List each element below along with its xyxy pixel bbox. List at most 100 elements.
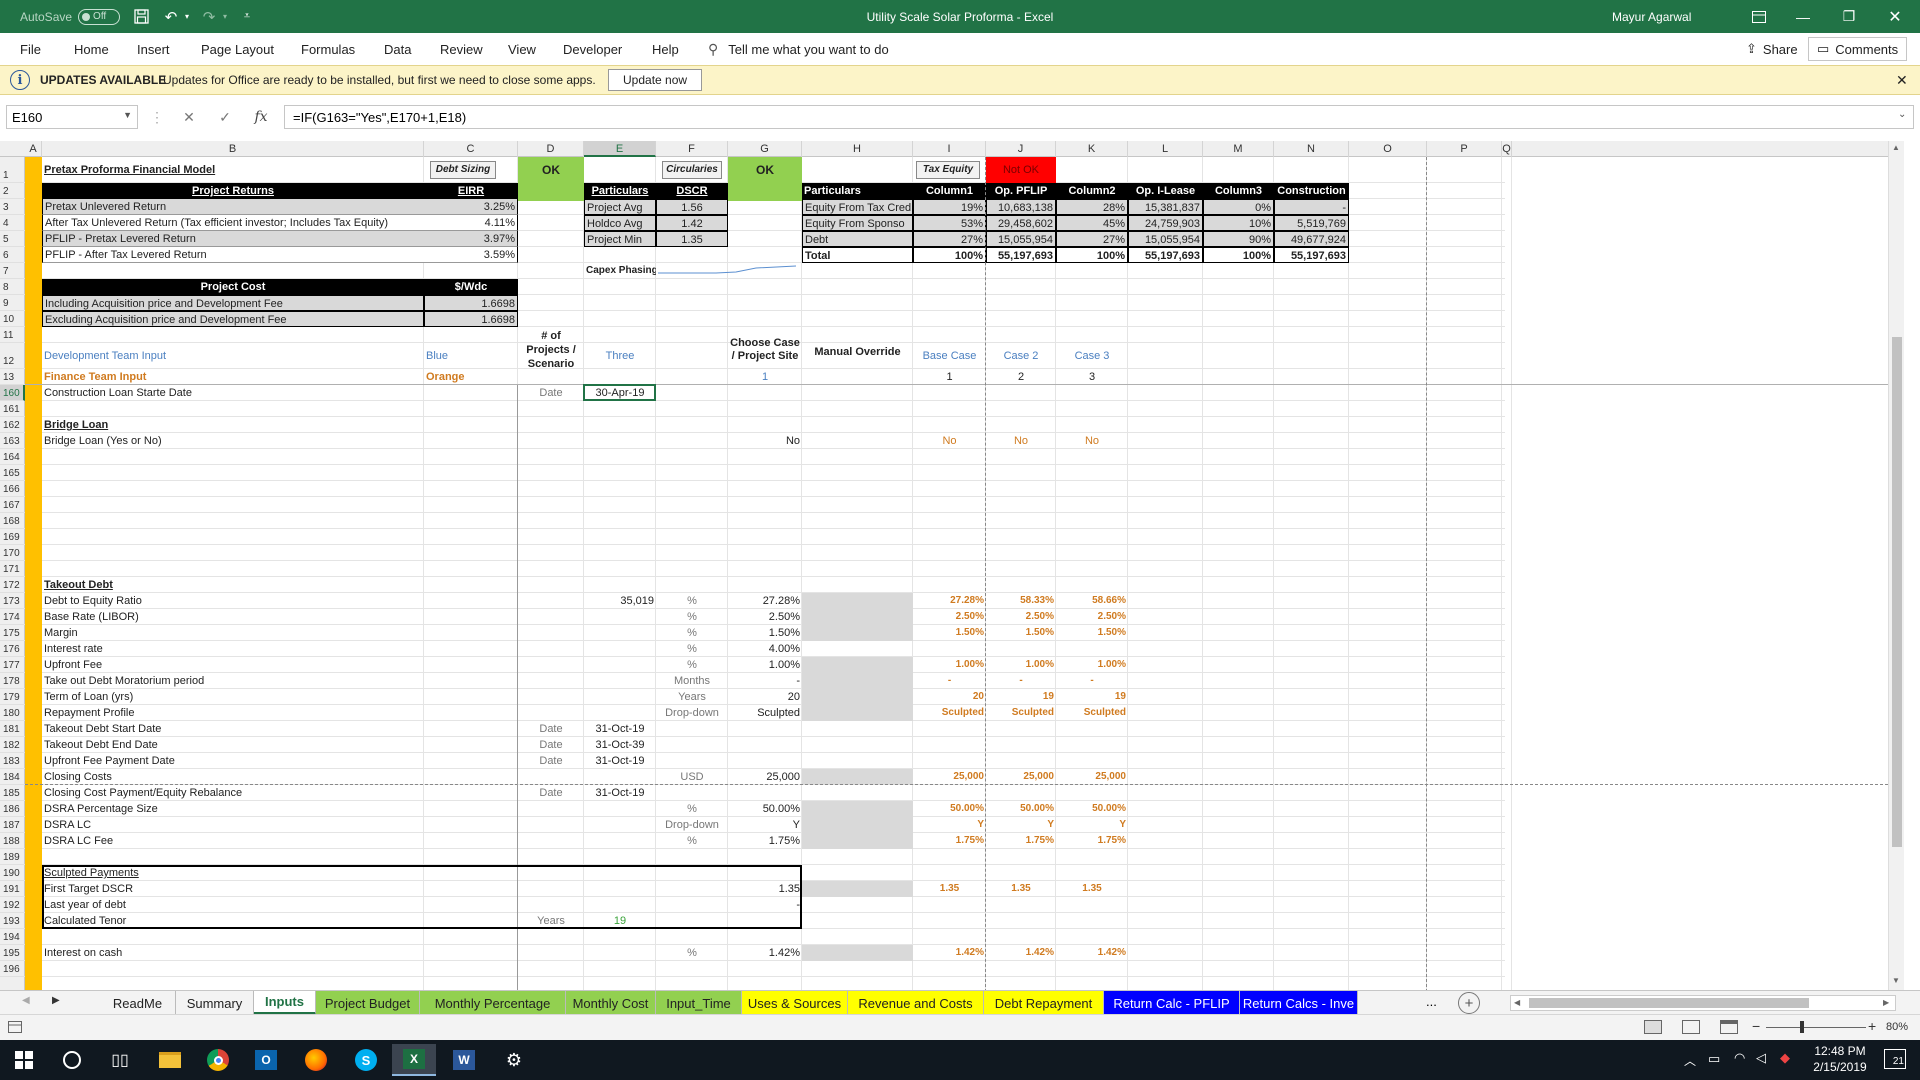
firefox-icon[interactable] (294, 1044, 338, 1076)
choose-case-label[interactable]: Choose Case / Project Site (728, 337, 802, 365)
tab-page-layout[interactable]: Page Layout (201, 33, 274, 65)
takeout-unit[interactable]: % (656, 833, 728, 849)
cost-value[interactable]: 1.6698 (424, 295, 518, 311)
tab-file[interactable]: File (20, 33, 41, 65)
takeout-label[interactable]: Upfront Fee (42, 657, 424, 673)
file-explorer-icon[interactable] (148, 1044, 192, 1076)
confirm-entry-icon[interactable]: ✓ (214, 105, 236, 129)
interest-on-cash-label[interactable]: Interest on cash (42, 945, 424, 961)
manual-override-cell[interactable] (802, 833, 913, 849)
clock[interactable]: 12:48 PM 2/15/2019 (1800, 1044, 1880, 1074)
case-number-3[interactable]: 3 (1056, 369, 1128, 385)
undo-dropdown-icon[interactable]: ▾ (182, 7, 192, 27)
row-header-192[interactable]: 192 (0, 897, 25, 913)
row-header-174[interactable]: 174 (0, 609, 25, 625)
manual-override-cell[interactable] (802, 801, 913, 817)
equity-label[interactable]: Equity From Sponso (802, 215, 913, 231)
takeout-unit-d[interactable]: Date (518, 721, 584, 737)
update-now-button[interactable]: Update now (608, 69, 703, 91)
manual-override-cell[interactable] (802, 657, 913, 673)
takeout-case-value[interactable]: 2.50% (986, 609, 1056, 625)
equity-value[interactable]: 27% (913, 231, 986, 247)
equity-value[interactable]: 27% (1056, 231, 1128, 247)
dismiss-update-icon[interactable]: ✕ (1896, 66, 1908, 94)
equity-value[interactable]: 55,197,693 (986, 247, 1056, 263)
takeout-label[interactable]: Closing Cost Payment/Equity Rebalance (42, 785, 424, 801)
equity-value[interactable]: 29,458,602 (986, 215, 1056, 231)
scroll-up-icon[interactable]: ▲ (1892, 143, 1900, 152)
manual-override-cell[interactable] (802, 625, 913, 641)
equity-value[interactable]: 0% (1203, 199, 1274, 215)
last-year-debt-label[interactable]: Last year of debt (42, 897, 424, 913)
calculated-tenor-unit[interactable]: Years (518, 913, 584, 929)
takeout-case-value[interactable]: 50.00% (1056, 801, 1128, 817)
interest-case-value[interactable]: 1.42% (1056, 945, 1128, 961)
sheet-tab-monthly-percentage[interactable]: Monthly Percentage (420, 991, 566, 1015)
return-value[interactable]: 3.59% (424, 247, 518, 263)
takeout-case-value[interactable]: - (1056, 673, 1128, 689)
row-header-191[interactable]: 191 (0, 881, 25, 897)
equity-value[interactable]: 45% (1056, 215, 1128, 231)
takeout-case-value[interactable]: 19 (986, 689, 1056, 705)
takeout-case-value[interactable]: 1.00% (986, 657, 1056, 673)
row-header-196[interactable]: 196 (0, 961, 25, 977)
row-header-180[interactable]: 180 (0, 705, 25, 721)
sheet-tab-monthly-cost[interactable]: Monthly Cost (566, 991, 656, 1015)
manual-override-cell[interactable] (802, 609, 913, 625)
row-header-167[interactable]: 167 (0, 497, 25, 513)
takeout-label[interactable]: Closing Costs (42, 769, 424, 785)
equity-value[interactable]: 28% (1056, 199, 1128, 215)
takeout-case-value[interactable]: Sculpted (986, 705, 1056, 721)
redo-dropdown-icon[interactable]: ▾ (220, 7, 230, 27)
ribbon-display-options-icon[interactable] (1734, 0, 1784, 33)
name-box[interactable]: E160 ▼ (6, 105, 138, 129)
column-header-g[interactable]: G (728, 141, 802, 157)
worksheet-grid[interactable]: ABCDEFGHIJKLMNOPQ 1 2 3 4 5 6 7 8 9 10 11 12 13 160 16… (0, 141, 1904, 990)
return-value[interactable]: 3.25% (424, 199, 518, 215)
add-sheet-icon[interactable]: + (1458, 992, 1480, 1014)
column-header-h[interactable]: H (802, 141, 913, 157)
takeout-case-value[interactable]: 1.75% (986, 833, 1056, 849)
volume-icon[interactable]: ◁ (1756, 1050, 1766, 1066)
column-header-j[interactable]: J (986, 141, 1056, 157)
row-header-161[interactable]: 161 (0, 401, 25, 417)
takeout-case-value[interactable]: 25,000 (986, 769, 1056, 785)
column-header-m[interactable]: M (1203, 141, 1274, 157)
case-label-1[interactable]: Base Case (913, 343, 986, 369)
manual-override-cell[interactable] (802, 769, 913, 785)
takeout-case-value[interactable]: Y (1056, 817, 1128, 833)
row-header-187[interactable]: 187 (0, 817, 25, 833)
equity-value[interactable]: 15,055,954 (1128, 231, 1203, 247)
takeout-case-value[interactable]: 1.50% (913, 625, 986, 641)
column-header-q[interactable]: Q (1502, 141, 1512, 157)
takeout-unit[interactable]: % (656, 625, 728, 641)
action-center-icon[interactable]: 21 (1884, 1049, 1906, 1069)
row-header-7[interactable]: 7 (0, 263, 25, 279)
row-header-184[interactable]: 184 (0, 769, 25, 785)
comments-button[interactable]: ▭ Comments (1808, 37, 1908, 61)
takeout-case-value[interactable]: 1.00% (1056, 657, 1128, 673)
interest-on-cash-value[interactable]: 1.42% (728, 945, 802, 961)
debt-sizing-button[interactable]: Debt Sizing (430, 161, 496, 179)
choose-case-value[interactable]: 1 (728, 369, 802, 385)
tab-insert[interactable]: Insert (137, 33, 170, 65)
takeout-case-value[interactable]: 20 (913, 689, 986, 705)
first-target-dscr-label[interactable]: First Target DSCR (42, 881, 424, 897)
return-label[interactable]: After Tax Unlevered Return (Tax efficien… (42, 215, 424, 231)
equity-header[interactable]: Particulars (802, 183, 913, 199)
row-header-181[interactable]: 181 (0, 721, 25, 737)
tab-developer[interactable]: Developer (563, 33, 622, 65)
takeout-value[interactable]: Sculpted (728, 705, 802, 721)
takeout-case-value[interactable]: Sculpted (913, 705, 986, 721)
sheet-tab-input-time[interactable]: Input_Time (656, 991, 742, 1015)
dscr-case-value[interactable]: 1.35 (913, 881, 986, 897)
sheet-tab-uses-sources[interactable]: Uses & Sources (742, 991, 848, 1015)
column-header-l[interactable]: L (1128, 141, 1203, 157)
takeout-label[interactable]: Debt to Equity Ratio (42, 593, 424, 609)
takeout-value-e[interactable]: 31-Oct-39 (584, 737, 656, 753)
zoom-out-icon[interactable]: − (1752, 1018, 1760, 1034)
takeout-unit[interactable]: % (656, 657, 728, 673)
takeout-label[interactable]: Takeout Debt Start Date (42, 721, 424, 737)
construction-loan-label[interactable]: Construction Loan Starte Date (42, 385, 424, 401)
equity-value[interactable]: 100% (1203, 247, 1274, 263)
